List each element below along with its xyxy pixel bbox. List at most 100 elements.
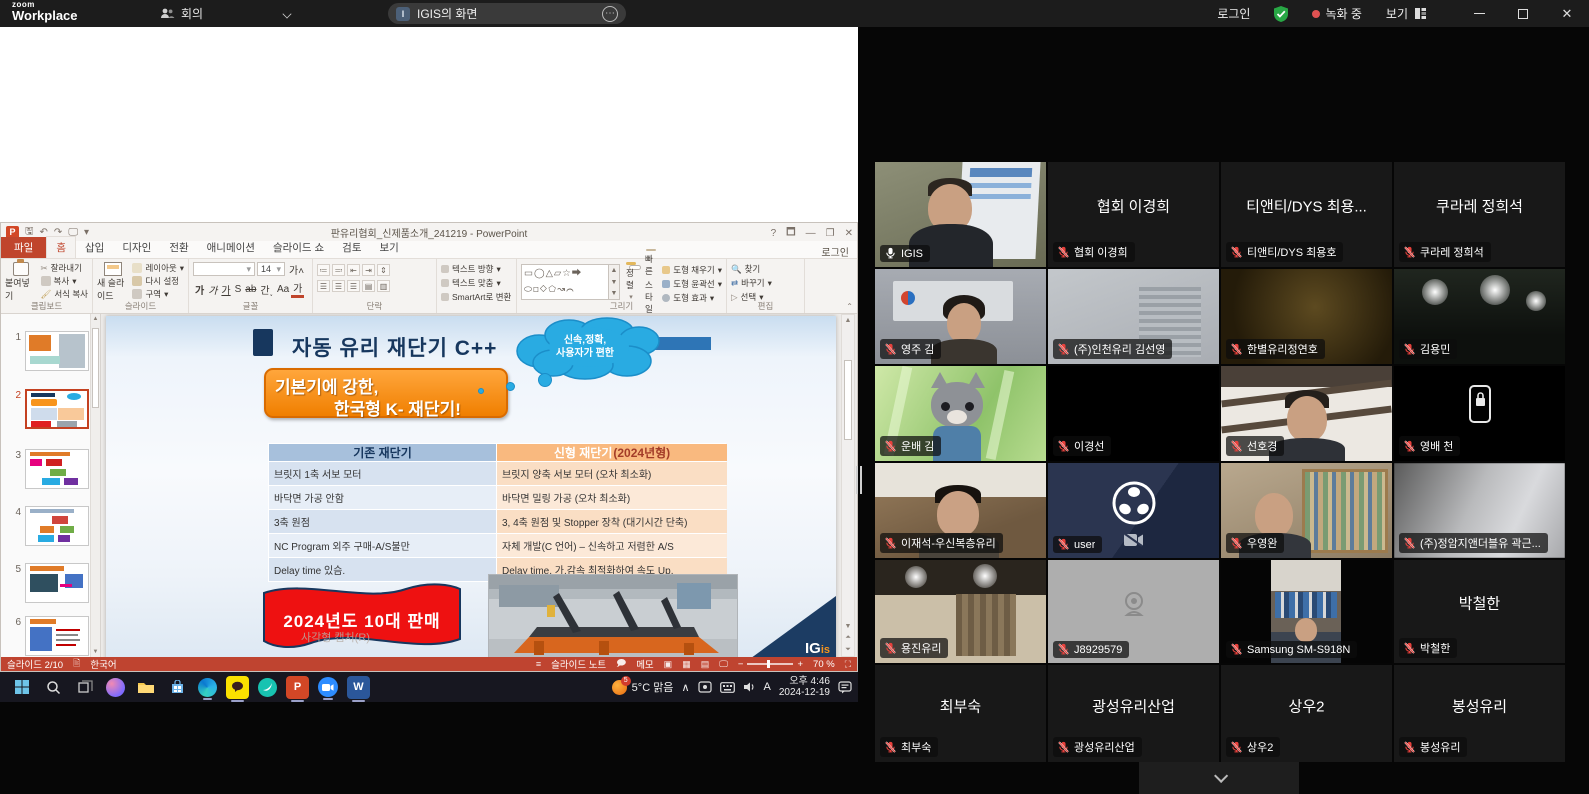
shadow-button[interactable]: S [233,284,244,295]
participant-tile[interactable]: (주)인천유리 김선영 [1048,269,1219,364]
participant-tile[interactable]: 운배 김 [875,366,1046,461]
participant-tile[interactable]: 이경선 [1048,366,1219,461]
tab-file[interactable]: 파일 [1,237,46,258]
taskbar-clock[interactable]: 오후 4:46 2024-12-19 [779,676,830,698]
tab-slideshow[interactable]: 슬라이드 쇼 [264,237,333,258]
format-painter-button[interactable]: 🖌서식 복사 [41,288,88,300]
columns-button[interactable]: ▥ [377,280,390,292]
text-direction-button[interactable]: 텍스트 방향 ▾ [441,263,512,275]
italic-button[interactable]: 가 [206,282,219,297]
tab-home[interactable]: 홈 [46,236,76,258]
participant-tile[interactable]: 영주 김 [875,269,1046,364]
bullets-button[interactable]: ≔ [317,264,330,276]
view-reading-icon[interactable]: ▤ [701,659,710,670]
ppt-close-button[interactable]: ✕ [845,228,853,239]
align-text-button[interactable]: 텍스트 맞춤 ▾ [441,277,512,289]
ime-tool-icon[interactable] [698,681,712,693]
workspace-dropdown-icon[interactable] [282,9,291,18]
status-zoom-level[interactable]: 70 % [813,659,835,670]
shapes-scroll[interactable]: ▲▼▼ [609,264,620,300]
edge-icon[interactable] [198,678,217,697]
copy-button[interactable]: 복사 ▾ [41,275,88,287]
teal-app-icon[interactable] [258,678,277,697]
tab-view[interactable]: 보기 [371,237,408,258]
ppt-help-icon[interactable]: ? [771,228,777,239]
login-button[interactable]: 로그인 [1217,5,1250,22]
shapes-gallery[interactable]: ▭◯△▱☆⮕⬭◻◇⬠↝⌒ [521,264,609,300]
find-button[interactable]: 🔍찾기 [731,263,800,275]
ppt-ribbon-options-icon[interactable]: 🗖 [786,225,796,242]
start-button[interactable] [10,676,33,699]
tab-review[interactable]: 검토 [333,237,370,258]
memo-icon[interactable]: 🗩 [616,656,626,672]
participant-tile[interactable]: J8929579 [1048,560,1219,663]
tab-design[interactable]: 디자인 [113,237,160,258]
zoom-slider[interactable]: −+ [738,659,803,670]
view-normal-icon[interactable]: ▣ [664,659,673,670]
participant-tile[interactable]: 한별유리정연호 [1221,269,1392,364]
participant-tile[interactable]: 박철한 박철한 [1394,560,1565,663]
char-spacing-button[interactable]: 간˯ [258,282,275,297]
slide-scrollbar[interactable]: ▲ ▼ ⏶ ⏷ [841,314,855,657]
smartart-button[interactable]: SmartArt로 변환 [441,291,512,303]
keyboard-icon[interactable] [720,682,735,693]
section-button[interactable]: 구역 ▾ [132,288,184,300]
status-memo[interactable]: 메모 [636,657,653,671]
security-shield-icon[interactable] [1272,5,1290,23]
cut-button[interactable]: ✂잘라내기 [41,262,88,274]
justify-button[interactable]: ▤ [362,280,375,292]
participant-tile[interactable]: 용진유리 [875,560,1046,663]
slide-thumbnail-4[interactable] [25,506,89,546]
change-case-button[interactable]: Aa [275,284,291,295]
align-right-button[interactable]: ☰ [347,280,360,292]
more-options-icon[interactable]: ⋯ [602,6,618,22]
spellcheck-icon[interactable]: 🖹 [73,656,80,672]
slide-thumbnail-6[interactable] [25,616,89,656]
kakaotalk-icon[interactable] [226,676,249,699]
participant-tile[interactable]: 김용민 [1394,269,1565,364]
participant-tile[interactable]: 티앤티/DYS 최용... 티앤티/DYS 최용호 [1221,162,1392,267]
powerpoint-icon[interactable]: P [286,676,309,699]
volume-icon[interactable] [743,681,756,693]
ppt-restore-button[interactable]: ❐ [826,228,835,239]
notification-icon[interactable] [838,681,852,694]
slide-thumbnail-panel[interactable]: 1 2 3 [1,314,101,657]
participant-tile[interactable]: 광성유리산업 광성유리산업 [1048,665,1219,762]
font-color-button[interactable]: 가 [291,280,304,298]
slide-thumbnail-1[interactable] [25,331,89,371]
participant-tile[interactable]: 이재석-우신복층유리 [875,463,1046,558]
minimize-button[interactable] [1457,0,1501,27]
file-explorer-icon[interactable] [134,676,157,699]
panel-resize-handle[interactable] [855,466,863,494]
view-slideshow-icon[interactable]: 🖵 [719,659,728,670]
font-name-select[interactable]: ▾ [193,262,255,276]
tab-insert[interactable]: 삽입 [76,237,113,258]
copilot-icon[interactable] [106,678,125,697]
participant-tile[interactable]: 우영완 [1221,463,1392,558]
participant-tile[interactable]: (주)정암지앤더블유 곽근... [1394,463,1565,558]
microsoft-store-icon[interactable] [166,676,189,699]
participant-tile[interactable]: 상우2 상우2 [1221,665,1392,762]
bold-button[interactable]: 가 [193,282,206,297]
participant-tile[interactable]: 최부숙 최부숙 [875,665,1046,762]
status-language[interactable]: 한국어 [90,657,116,671]
layout-button[interactable]: 레이아웃 ▾ [132,262,184,274]
view-button[interactable]: 보기 [1386,5,1427,22]
task-view-icon[interactable] [74,676,97,699]
arrange-button[interactable]: 정렬▾ [623,262,639,301]
underline-button[interactable]: 가 [219,282,232,297]
gallery-next-page-button[interactable] [1139,762,1299,794]
ppt-minimize-button[interactable]: — [806,228,816,239]
maximize-button[interactable] [1501,0,1545,27]
align-left-button[interactable]: ☰ [317,280,330,292]
word-icon[interactable]: W [347,676,370,699]
reset-button[interactable]: 다시 설정 [132,275,184,287]
replace-button[interactable]: ⇄바꾸기 ▾ [731,277,800,289]
slide-thumbnail-3[interactable] [25,449,89,489]
slide-canvas[interactable]: 자동 유리 재단기 C++ 신속,정확, [106,316,836,657]
collapse-ribbon-icon[interactable]: ⌃ [846,302,853,311]
paste-button[interactable]: 붙여넣기 [5,262,37,302]
shape-outline-button[interactable]: 도형 윤곽선 ▾ [662,278,722,290]
new-slide-button[interactable]: 새 슬라이드 [97,262,128,302]
tab-meeting[interactable]: 회의 [160,4,203,23]
